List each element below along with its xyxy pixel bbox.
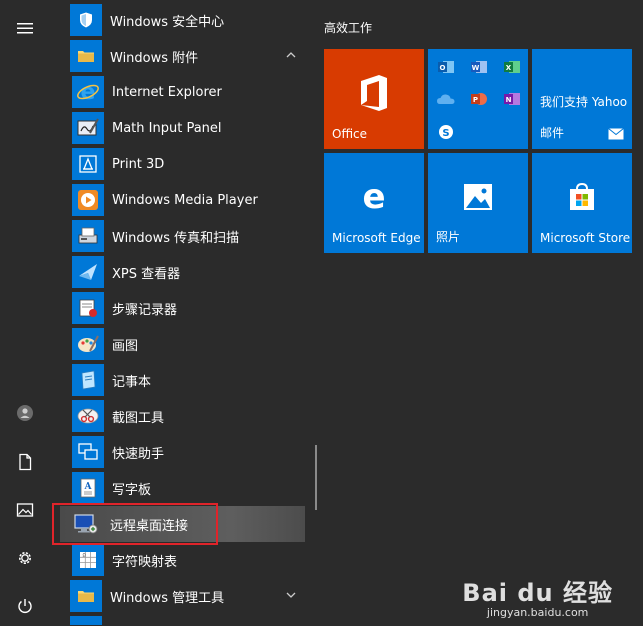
- fax-scan-icon: [72, 220, 104, 252]
- app-list-next-item[interactable]: [50, 614, 310, 625]
- print-3d-icon: [72, 148, 104, 180]
- app-label: Windows 安全中心: [110, 14, 225, 30]
- app-label: Windows 传真和扫描: [112, 230, 240, 246]
- quick-assist-icon: [72, 436, 104, 468]
- app-label: 步骤记录器: [112, 302, 178, 318]
- tile-label: Office: [332, 127, 368, 141]
- svg-text:N: N: [506, 96, 512, 104]
- xps-viewer-icon: [72, 256, 104, 288]
- folder-icon: [70, 40, 102, 72]
- app-windows-fax-scan[interactable]: Windows 传真和扫描: [50, 218, 310, 254]
- app-quick-assist[interactable]: 快速助手: [50, 434, 310, 470]
- excel-icon: X: [496, 51, 528, 83]
- app-label: 写字板: [112, 482, 152, 498]
- character-map-icon: Ω: [72, 544, 104, 576]
- svg-text:S: S: [442, 128, 449, 139]
- app-print-3d[interactable]: Print 3D: [50, 146, 310, 182]
- documents-icon[interactable]: [0, 442, 50, 482]
- svg-text:W: W: [472, 64, 480, 72]
- wordpad-icon: A: [72, 472, 104, 504]
- svg-text:e: e: [81, 80, 96, 104]
- app-wordpad[interactable]: A 写字板: [50, 470, 310, 506]
- baidu-watermark: Bai du 经验 jingyan.baidu.com: [462, 573, 613, 619]
- app-math-input-panel[interactable]: Math Input Panel: [50, 110, 310, 146]
- folder-icon: [70, 580, 102, 612]
- app-character-map[interactable]: Ω 字符映射表: [50, 542, 310, 578]
- edge-icon: e: [362, 180, 385, 214]
- app-windows-security[interactable]: Windows 安全中心: [50, 2, 310, 38]
- mail-promo-text: 我们支持 Yahoo: [540, 95, 628, 109]
- folder-windows-admin-tools[interactable]: Windows 管理工具: [50, 578, 310, 614]
- app-windows-media-player[interactable]: Windows Media Player: [50, 182, 310, 218]
- app-snipping-tool[interactable]: 截图工具: [50, 398, 310, 434]
- svg-text:A: A: [84, 482, 93, 492]
- tile-office-apps-folder[interactable]: O W X P N S: [428, 49, 528, 149]
- chevron-up-icon[interactable]: [284, 48, 298, 62]
- tile-photos[interactable]: 照片: [428, 153, 528, 253]
- app-label: 字符映射表: [112, 554, 178, 570]
- tile-label: 照片: [436, 230, 461, 244]
- office-logo-icon: [361, 75, 387, 111]
- media-player-icon: [72, 184, 104, 216]
- envelope-icon: [608, 128, 624, 140]
- tile-label: 邮件: [540, 126, 565, 140]
- folder-label: Windows 附件: [110, 50, 199, 66]
- tile-label: Microsoft Edge: [332, 231, 421, 245]
- svg-text:e: e: [362, 180, 385, 214]
- app-label: XPS 查看器: [112, 266, 181, 282]
- app-label: 截图工具: [112, 410, 165, 426]
- svg-text:X: X: [506, 64, 512, 72]
- paint-palette-icon: [72, 328, 104, 360]
- app-steps-recorder[interactable]: 步骤记录器: [50, 290, 310, 326]
- app-paint[interactable]: 画图: [50, 326, 310, 362]
- folder-windows-accessories[interactable]: Windows 附件: [50, 38, 310, 74]
- tile-mail[interactable]: 我们支持 Yahoo 邮件: [532, 49, 632, 149]
- steps-recorder-icon: [72, 292, 104, 324]
- settings-gear-icon[interactable]: [0, 538, 50, 578]
- word-icon: W: [463, 51, 495, 83]
- power-icon[interactable]: [0, 586, 50, 626]
- tile-label: Microsoft Store: [540, 231, 631, 245]
- store-bag-icon: [570, 182, 594, 210]
- app-label: 记事本: [112, 374, 152, 390]
- skype-icon: S: [430, 116, 462, 148]
- pictures-icon[interactable]: [0, 490, 50, 530]
- svg-text:Ω: Ω: [83, 553, 86, 558]
- folder-label: Windows 管理工具: [110, 590, 225, 606]
- user-account-icon[interactable]: [0, 393, 50, 433]
- app-list-scrollbar[interactable]: [315, 445, 317, 510]
- onedrive-icon: [430, 83, 462, 115]
- math-input-icon: [72, 112, 104, 144]
- shield-icon: [70, 4, 102, 36]
- internet-explorer-icon: e: [72, 76, 104, 108]
- app-notepad[interactable]: 记事本: [50, 362, 310, 398]
- outlook-icon: O: [430, 51, 462, 83]
- watermark-brand: Bai du 经验: [462, 579, 613, 607]
- chevron-down-icon[interactable]: [284, 588, 298, 602]
- onenote-icon: N: [496, 83, 528, 115]
- app-icon: [70, 616, 102, 625]
- powerpoint-icon: P: [463, 83, 495, 115]
- tile-office[interactable]: Office: [324, 49, 424, 149]
- tile-group-title: 高效工作: [324, 21, 373, 35]
- hamburger-menu-icon[interactable]: [0, 8, 50, 48]
- tile-microsoft-store[interactable]: Microsoft Store: [532, 153, 632, 253]
- app-label: Math Input Panel: [112, 120, 222, 136]
- svg-text:P: P: [473, 96, 478, 104]
- svg-text:O: O: [440, 64, 446, 72]
- highlight-annotation-box: [52, 503, 218, 545]
- photos-icon: [464, 184, 492, 210]
- app-label: 画图: [112, 338, 139, 354]
- app-label: 快速助手: [112, 446, 165, 462]
- app-internet-explorer[interactable]: e Internet Explorer: [50, 74, 310, 110]
- app-label: Print 3D: [112, 156, 165, 172]
- app-label: Windows Media Player: [112, 192, 258, 208]
- tile-microsoft-edge[interactable]: e Microsoft Edge: [324, 153, 424, 253]
- scissors-icon: [72, 400, 104, 432]
- notepad-icon: [72, 364, 104, 396]
- app-xps-viewer[interactable]: XPS 查看器: [50, 254, 310, 290]
- app-label: Internet Explorer: [112, 84, 222, 100]
- left-rail: [0, 0, 50, 625]
